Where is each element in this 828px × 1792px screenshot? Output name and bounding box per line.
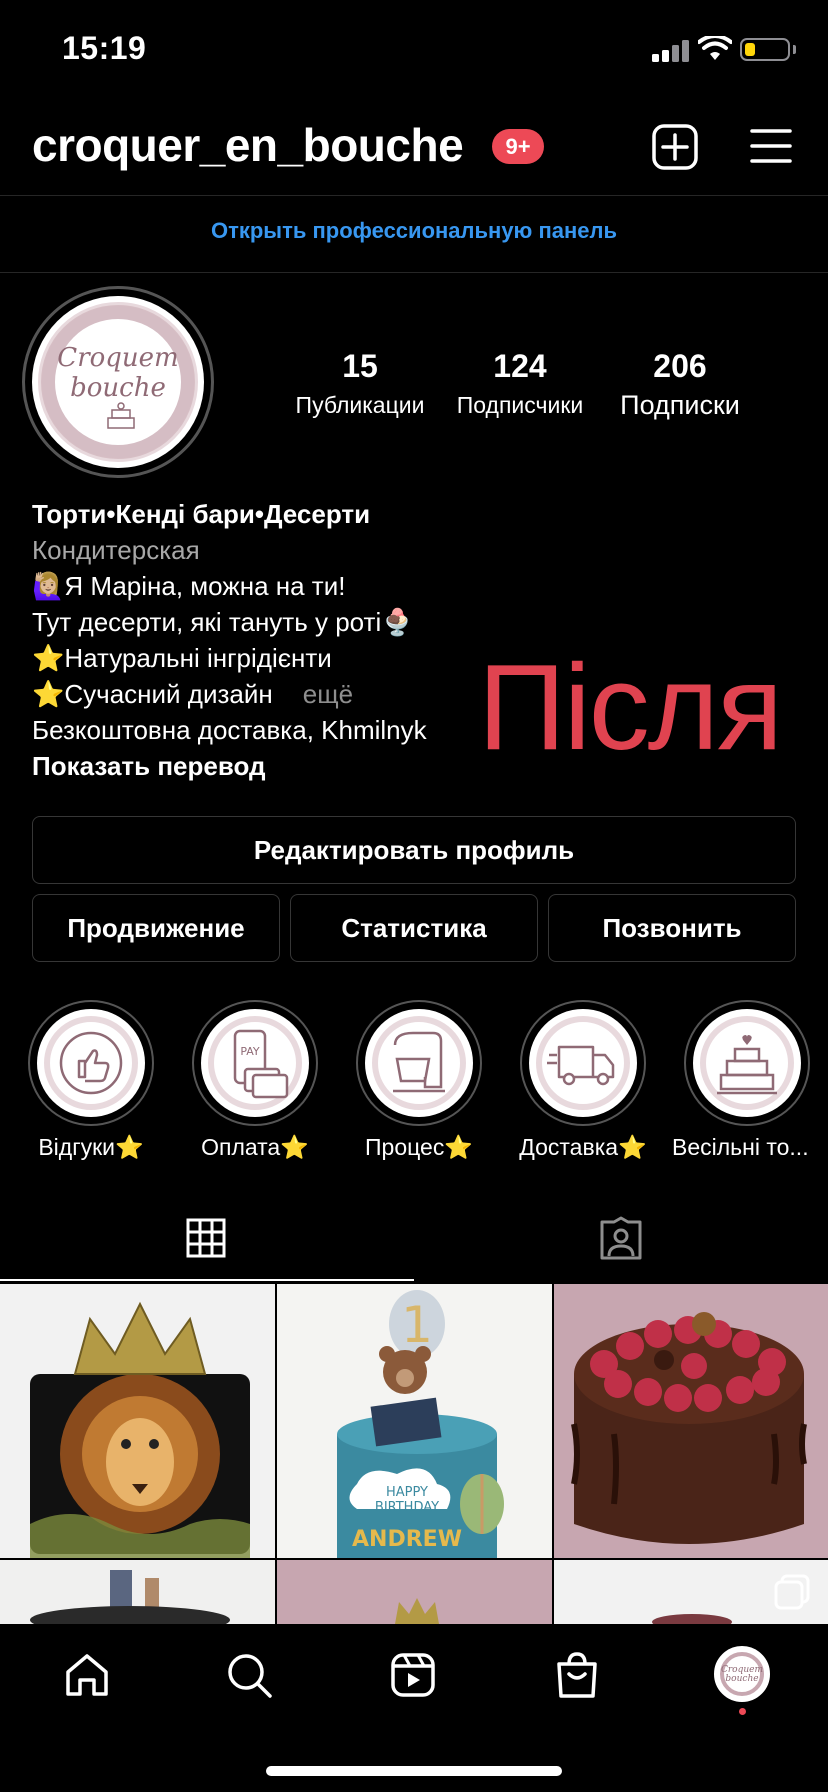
home-indicator[interactable] — [266, 1766, 562, 1776]
status-time: 15:19 — [62, 30, 147, 66]
logo-text-line1: Croquem — [57, 343, 178, 373]
multiple-posts-icon — [652, 1574, 810, 1624]
notification-badge[interactable]: 9+ — [492, 129, 544, 164]
bio-line-3: ⭐Натуральні інгрідієнти — [32, 643, 332, 673]
svg-text:1: 1 — [401, 1296, 433, 1354]
delivery-truck-icon — [536, 1016, 630, 1110]
reels-icon[interactable] — [390, 1652, 436, 1698]
chocolate-raspberry-cake-image — [571, 1312, 807, 1544]
wedding-cake-icon — [700, 1016, 794, 1110]
brand-logo: Croquem bouche — [38, 302, 198, 462]
battery-icon — [740, 38, 790, 61]
dashboard-divider — [0, 272, 828, 273]
professional-dashboard-link[interactable]: Открыть профессиональную панель — [0, 218, 828, 244]
followers-label[interactable]: Подписчики — [440, 392, 600, 419]
star-emoji-icon: ⭐ — [32, 643, 65, 673]
stand-mixer-icon — [372, 1016, 466, 1110]
raising-hand-emoji-icon: 🙋🏼‍♀️ — [32, 571, 65, 601]
grid-post[interactable] — [277, 1560, 552, 1624]
menu-icon[interactable] — [750, 128, 792, 164]
svg-text:bouche: bouche — [725, 1674, 758, 1684]
profile-username[interactable]: croquer_en_bouche — [32, 118, 464, 172]
profile-avatar[interactable]: Croquem bouche — [714, 1646, 770, 1702]
cake-text-birthday: BIRTHDAY — [375, 1500, 439, 1515]
highlight-wedding-cakes[interactable] — [684, 1000, 810, 1126]
posts-count[interactable]: 15 — [280, 348, 440, 385]
home-icon[interactable] — [64, 1652, 110, 1698]
new-post-icon[interactable] — [652, 124, 698, 170]
profile-avatar-logo: Croquem bouche — [720, 1652, 764, 1696]
call-button[interactable]: Позвонить — [548, 894, 796, 962]
header-divider — [0, 195, 828, 196]
posts-label[interactable]: Публикации — [280, 392, 440, 419]
following-label[interactable]: Подписки — [600, 390, 760, 421]
active-tab-indicator — [0, 1279, 414, 1281]
wifi-icon — [698, 36, 732, 60]
bio-line-5: Безкоштовна доставка, Khmilnyk — [32, 715, 427, 745]
cake-text-happy: HAPPY — [386, 1485, 428, 1500]
profile-notification-dot — [739, 1708, 746, 1715]
ice-cream-emoji-icon: 🍨 — [381, 607, 414, 637]
tagged-person-icon[interactable] — [598, 1216, 644, 1260]
highlight-label[interactable]: Весільні то... — [672, 1134, 822, 1161]
avatar[interactable]: Croquem bouche — [32, 296, 204, 468]
insights-button[interactable]: Статистика — [290, 894, 538, 962]
pay-phone-icon: PAY — [208, 1016, 302, 1110]
star-emoji-icon: ⭐ — [32, 679, 65, 709]
highlight-label[interactable]: Доставка⭐️ — [508, 1134, 658, 1161]
bio-more-link[interactable]: ещё — [303, 679, 353, 709]
highlight-label[interactable]: Оплата⭐️ — [180, 1134, 330, 1161]
following-count[interactable]: 206 — [600, 348, 760, 385]
cake-text-name: ANDREW — [352, 1527, 462, 1552]
highlight-label[interactable]: Відгуки⭐️ — [16, 1134, 166, 1161]
overlay-caption: Після — [478, 639, 783, 775]
highlight-reviews[interactable] — [28, 1000, 154, 1126]
followers-count[interactable]: 124 — [440, 348, 600, 385]
grid-post[interactable] — [554, 1560, 828, 1624]
grid-post[interactable] — [554, 1284, 828, 1558]
logo-text-line2: bouche — [70, 373, 166, 403]
highlight-delivery[interactable] — [520, 1000, 646, 1126]
svg-text:PAY: PAY — [240, 1045, 260, 1058]
edit-profile-button[interactable]: Редактировать профиль — [32, 816, 796, 884]
grid-icon[interactable] — [186, 1218, 226, 1258]
grid-post[interactable] — [0, 1284, 275, 1558]
battery-cap — [793, 45, 796, 54]
highlight-label[interactable]: Процес⭐️ — [344, 1134, 494, 1161]
bio-display-name: Торти•Кенді бари•Десерти — [32, 499, 371, 529]
bio-category: Кондитерская — [32, 535, 200, 565]
promote-button[interactable]: Продвижение — [32, 894, 280, 962]
highlight-process[interactable] — [356, 1000, 482, 1126]
grid-post[interactable] — [0, 1560, 275, 1624]
bio-line-2: Тут десерти, які тануть у роті🍨 — [32, 607, 414, 637]
crown-cake-photo-partial — [395, 1598, 439, 1624]
cake-photo-partial — [30, 1570, 230, 1624]
grid-post[interactable]: 1 HAPPY BIRTHDAY ANDREW — [277, 1284, 552, 1558]
show-translation-link[interactable]: Показать перевод — [32, 748, 266, 784]
birthday-cake-image: 1 HAPPY BIRTHDAY ANDREW — [337, 1290, 504, 1558]
thumbs-up-icon — [44, 1016, 138, 1110]
highlight-payment[interactable]: PAY — [192, 1000, 318, 1126]
bio-line-4: ⭐Сучасний дизайн ещё — [32, 679, 354, 709]
search-icon[interactable] — [226, 1652, 274, 1700]
lion-cake-image — [30, 1301, 250, 1558]
shop-icon[interactable] — [554, 1650, 600, 1700]
cellular-signal-icon — [652, 38, 690, 62]
bio-line-1: 🙋🏼‍♀️Я Маріна, можна на ти! — [32, 571, 346, 601]
